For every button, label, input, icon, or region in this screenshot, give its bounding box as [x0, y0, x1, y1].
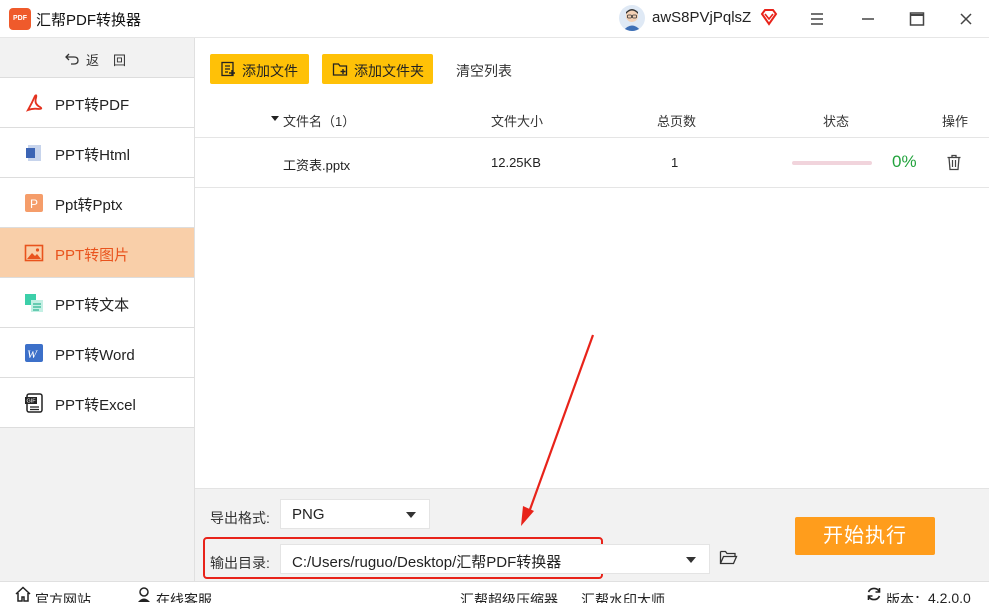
back-arrow-icon	[64, 50, 80, 66]
sort-caret-icon[interactable]	[270, 111, 280, 126]
output-dir-select[interactable]: C:/Users/ruguo/Desktop/汇帮PDF转换器	[280, 544, 710, 574]
sidebar-item-label: PPT转PDF	[55, 97, 130, 114]
format-select[interactable]: PNG	[280, 499, 430, 529]
sidebar: 返回 PPT转PDF PPT转Html P Ppt转Pptx PPT转图片 PP…	[0, 38, 195, 581]
add-folder-button[interactable]: 添加文件夹	[322, 54, 433, 84]
text-icon	[24, 293, 44, 313]
back-button[interactable]: 返回	[0, 38, 194, 78]
sidebar-item-label: PPT转Excel	[55, 397, 136, 414]
add-folder-icon	[332, 61, 348, 77]
header-actions: 操作	[942, 114, 969, 129]
file-name: 工资表.pptx	[283, 158, 351, 173]
sidebar-item-ppt-to-excel[interactable]: GIF PPT转Excel	[0, 378, 194, 428]
online-support-link[interactable]: 在线客服	[156, 590, 212, 603]
annotation-arrow	[521, 334, 595, 526]
vip-diamond-icon[interactable]	[760, 8, 778, 26]
output-dir-value: C:/Users/ruguo/Desktop/汇帮PDF转换器	[292, 554, 562, 571]
output-dir-label: 输出目录:	[210, 555, 270, 571]
sidebar-item-ppt-to-text[interactable]: PPT转文本	[0, 278, 194, 328]
word-icon: W	[24, 343, 44, 363]
page-count: 1	[671, 155, 679, 170]
compressor-link[interactable]: 汇帮超级压缩器	[460, 590, 558, 603]
sidebar-item-ppt-to-image[interactable]: PPT转图片	[0, 228, 194, 278]
pdf-icon	[24, 93, 44, 113]
table-row[interactable]: 工资表.pptx 12.25KB 1 0%	[195, 138, 989, 188]
back-label: 返回	[86, 53, 141, 68]
app-logo: PDF	[9, 8, 31, 30]
sidebar-item-ppt-to-word[interactable]: W PPT转Word	[0, 328, 194, 378]
maximize-icon[interactable]	[904, 6, 930, 32]
chevron-down-icon	[686, 557, 696, 563]
header-filename[interactable]: 文件名（1）	[283, 111, 355, 130]
add-file-icon	[220, 61, 236, 77]
watermark-link[interactable]: 汇帮水印大师	[581, 590, 665, 603]
official-website-link[interactable]: 官方网站	[35, 590, 91, 603]
svg-text:GIF: GIF	[27, 399, 37, 405]
svg-text:P: P	[30, 197, 38, 211]
title-bar: PDF 汇帮PDF转换器 awS8PVjPqlsZ	[0, 0, 989, 38]
minimize-icon[interactable]	[855, 6, 881, 32]
excel-icon: GIF	[24, 393, 44, 413]
app-title: 汇帮PDF转换器	[36, 12, 142, 29]
version-label: 版本：	[886, 592, 928, 603]
sidebar-item-label: Ppt转Pptx	[55, 197, 123, 214]
image-icon	[24, 243, 44, 263]
header-status: 状态	[823, 114, 850, 129]
folder-icon[interactable]	[719, 549, 738, 566]
version-value: 4.2.0.0	[928, 590, 971, 603]
sidebar-item-label: PPT转图片	[55, 247, 130, 264]
file-size: 12.25KB	[491, 155, 541, 170]
headset-icon	[136, 586, 152, 602]
close-icon[interactable]	[953, 6, 979, 32]
sidebar-item-ppt-to-pdf[interactable]: PPT转PDF	[0, 78, 194, 128]
sidebar-item-label: PPT转Word	[55, 347, 135, 364]
sidebar-item-label: PPT转文本	[55, 297, 130, 314]
chevron-down-icon	[406, 512, 416, 518]
header-pages: 总页数	[657, 114, 697, 129]
header-size: 文件大小	[491, 114, 544, 129]
format-label: 导出格式:	[210, 510, 270, 526]
refresh-icon[interactable]	[866, 586, 882, 602]
trash-icon[interactable]	[946, 154, 962, 171]
table-header: 文件名（1） 文件大小 总页数 状态 操作	[195, 100, 989, 138]
svg-text:W: W	[27, 347, 38, 361]
add-file-label: 添加文件	[242, 63, 298, 79]
sidebar-item-label: PPT转Html	[55, 147, 131, 164]
format-value: PNG	[292, 506, 325, 523]
progress-bar	[792, 161, 872, 165]
footer: 官方网站 在线客服 汇帮超级压缩器 汇帮水印大师 版本： 4.2.0.0	[0, 581, 989, 603]
home-icon	[15, 586, 31, 602]
sidebar-item-ppt-to-html[interactable]: PPT转Html	[0, 128, 194, 178]
add-folder-label: 添加文件夹	[354, 63, 424, 79]
add-file-button[interactable]: 添加文件	[210, 54, 309, 84]
pptx-icon: P	[24, 193, 44, 213]
menu-icon[interactable]	[804, 6, 830, 32]
username[interactable]: awS8PVjPqlsZ	[652, 9, 751, 26]
progress-percent: 0%	[892, 152, 917, 171]
sidebar-item-ppt-to-pptx[interactable]: P Ppt转Pptx	[0, 178, 194, 228]
html-icon	[24, 143, 44, 163]
clear-list-button[interactable]: 清空列表	[456, 61, 512, 81]
start-button[interactable]: 开始执行	[795, 517, 935, 555]
user-avatar[interactable]	[619, 5, 645, 31]
